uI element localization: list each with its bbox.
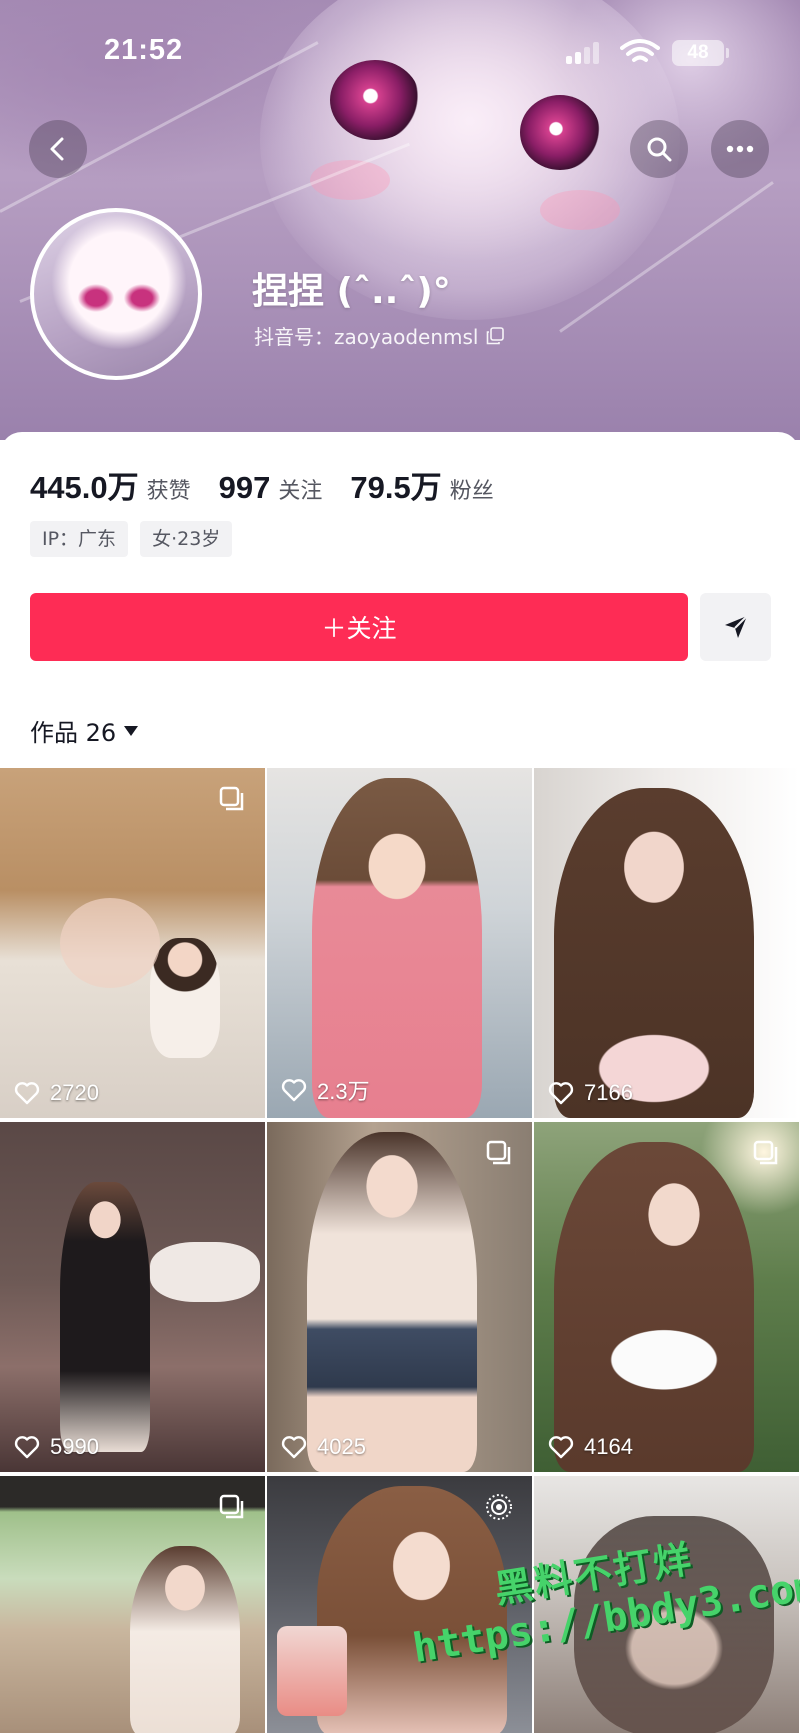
- avatar[interactable]: [30, 208, 202, 380]
- like-count: 7166: [548, 1080, 633, 1106]
- send-icon: [724, 615, 748, 638]
- more-button[interactable]: [711, 120, 769, 178]
- caret-down-icon: [124, 725, 139, 736]
- douyin-id-row[interactable]: 抖音号：zaoyaodenmsl: [254, 321, 505, 350]
- video-tile[interactable]: 7166: [534, 768, 799, 1118]
- multi-image-icon: [219, 786, 244, 811]
- multi-image-icon: [486, 1140, 511, 1165]
- video-tile[interactable]: 4025: [267, 1122, 532, 1472]
- like-count: 4164: [548, 1434, 633, 1460]
- status-time: 21:52: [104, 34, 184, 66]
- battery-level: 48: [687, 42, 709, 63]
- tab-works-label: 作品 26: [30, 719, 117, 747]
- stat-following[interactable]: 997 关注: [219, 470, 323, 506]
- gender-age-tag: 女·23岁: [140, 521, 233, 557]
- profile-nickname: 捏捏 (ˆ..ˆ)°: [252, 271, 451, 312]
- search-button[interactable]: [630, 120, 688, 178]
- video-tile[interactable]: 2.3万: [267, 768, 532, 1118]
- stat-followers[interactable]: 79.5万 粉丝: [350, 462, 493, 507]
- video-tile[interactable]: 2720: [0, 768, 265, 1118]
- heart-icon: [548, 1436, 574, 1459]
- search-icon: [647, 137, 672, 162]
- wifi-icon: [620, 39, 660, 62]
- stat-label: 获赞: [146, 479, 191, 504]
- stat-label: 关注: [278, 479, 323, 504]
- like-count-text: 7166: [584, 1080, 633, 1105]
- multi-image-icon: [219, 1494, 244, 1519]
- status-bar: 21:52 48: [0, 0, 800, 100]
- stat-label: 粉丝: [449, 479, 494, 504]
- follow-button-label: ＋关注: [321, 614, 397, 643]
- cellular-signal-icon: [566, 42, 600, 64]
- like-count: 2720: [14, 1080, 99, 1106]
- video-tile[interactable]: [0, 1476, 265, 1733]
- copy-icon[interactable]: [486, 326, 505, 345]
- profile-stats: 445.0万 获赞 997 关注 79.5万 粉丝: [30, 462, 522, 507]
- follow-button[interactable]: ＋关注: [30, 593, 688, 661]
- like-count: 5990: [14, 1434, 99, 1460]
- heart-icon: [14, 1082, 40, 1105]
- stat-number: 79.5万: [350, 470, 442, 505]
- profile-tags: IP：广东 女·23岁: [30, 521, 244, 557]
- back-button[interactable]: [29, 120, 87, 178]
- ip-location-tag: IP：广东: [30, 521, 129, 557]
- heart-icon: [548, 1082, 574, 1105]
- like-count-text: 5990: [50, 1434, 99, 1459]
- ellipsis-icon: [726, 145, 754, 153]
- video-tile[interactable]: 4164: [534, 1122, 799, 1472]
- battery-indicator: 48: [672, 40, 729, 66]
- send-message-button[interactable]: [700, 593, 771, 661]
- like-count-text: 2.3万: [317, 1079, 370, 1104]
- heart-icon: [281, 1436, 307, 1459]
- douyin-id-text: 抖音号：zaoyaodenmsl: [254, 325, 479, 349]
- stat-number: 997: [218, 470, 271, 505]
- like-count-text: 4025: [317, 1434, 366, 1459]
- multi-image-icon: [753, 1140, 778, 1165]
- tab-works[interactable]: 作品 26: [30, 713, 139, 748]
- live-photo-icon: [486, 1494, 512, 1520]
- stat-likes[interactable]: 445.0万 获赞: [30, 462, 191, 507]
- video-tile[interactable]: 5990: [0, 1122, 265, 1472]
- like-count-text: 2720: [50, 1080, 99, 1105]
- heart-icon: [281, 1079, 307, 1102]
- heart-icon: [14, 1436, 40, 1459]
- chevron-left-icon: [50, 137, 64, 161]
- stat-number: 445.0万: [30, 470, 139, 505]
- like-count-text: 4164: [584, 1434, 633, 1459]
- like-count: 2.3万: [281, 1074, 370, 1106]
- like-count: 4025: [281, 1434, 366, 1460]
